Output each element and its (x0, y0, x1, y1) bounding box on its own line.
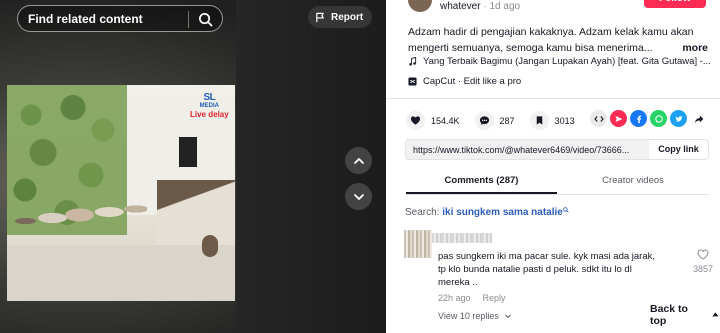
author-name-line: whatever · 1d ago (440, 1, 520, 12)
video-stage: Find related content Report SL MEDIA Liv… (0, 0, 386, 333)
music-title: Yang Terbaik Bagimu (Jangan Lupakan Ayah… (423, 56, 711, 67)
chevron-down-icon (504, 314, 511, 319)
share-icons-row (590, 110, 707, 127)
watermark-text-mid: MEDIA (199, 103, 220, 109)
view-replies-label: View 10 replies (438, 311, 499, 321)
video-frame-floor (7, 245, 235, 301)
music-link[interactable]: Yang Terbaik Bagimu (Jangan Lupakan Ayah… (408, 56, 711, 67)
follow-button[interactable]: Follow (644, 0, 706, 8)
twitter-icon[interactable] (670, 110, 687, 127)
report-button[interactable]: Report (308, 6, 373, 28)
author-avatar[interactable] (408, 0, 432, 12)
author-name[interactable]: whatever (440, 1, 481, 12)
arrow-up-icon (712, 311, 719, 316)
tabs-divider (406, 194, 709, 195)
search-suggestion-prefix: Search: (405, 207, 443, 218)
comment-like-button[interactable]: 3857 (686, 249, 720, 274)
copy-link-button[interactable]: Copy link (649, 140, 708, 159)
search-icon (563, 207, 569, 213)
capcut-label: CapCut · Edit like a pro (423, 76, 522, 87)
commenter-avatar[interactable] (404, 230, 432, 258)
related-search-input[interactable]: Find related content (17, 5, 223, 32)
comment-meta: 22h ago Reply (438, 293, 506, 303)
video-frame-speaker (179, 137, 197, 167)
tab-comments[interactable]: Comments (287) (406, 170, 557, 194)
chevron-up-icon (353, 157, 364, 164)
comment-stat[interactable]: 287 (474, 111, 515, 130)
section-divider (386, 98, 720, 99)
send-icon[interactable] (610, 110, 627, 127)
search-icon[interactable] (198, 12, 213, 27)
video-frame-child (202, 235, 218, 257)
like-stat[interactable]: 154.4K (406, 111, 460, 130)
share-arrow-icon[interactable] (690, 110, 707, 127)
back-to-top-button[interactable]: Back to top (650, 303, 720, 327)
back-to-top-label: Back to top (650, 303, 688, 327)
tab-creator-videos[interactable]: Creator videos (557, 170, 709, 194)
caption-more-button[interactable]: more (678, 40, 708, 56)
search-suggestion-query[interactable]: iki sungkem sama natalie (442, 207, 563, 218)
author-separator: · (483, 0, 487, 12)
author-row[interactable]: whatever · 1d ago (408, 0, 520, 12)
panel-tabs: Comments (287) Creator videos (386, 170, 720, 194)
next-video-button[interactable] (345, 183, 372, 210)
post-time: 1d ago (489, 0, 521, 12)
save-count: 3013 (554, 115, 575, 126)
video-link-box: https://www.tiktok.com/@whatever6469/vid… (405, 139, 709, 160)
view-replies-button[interactable]: View 10 replies (438, 311, 512, 321)
engagement-stats: 154.4K 287 3013 (406, 111, 590, 130)
capcut-link[interactable]: CapCut · Edit like a pro (408, 76, 521, 87)
channel-watermark-logo: SL MEDIA Live delay (190, 93, 229, 119)
chevron-down-icon (353, 193, 364, 200)
previous-video-button[interactable] (345, 147, 372, 174)
tiktok-video-page: Find related content Report SL MEDIA Liv… (0, 0, 720, 333)
caption-line-2: mengerti semuanya, semoga kamu bisa mene… (408, 42, 653, 54)
search-divider (188, 11, 189, 28)
embed-icon[interactable] (590, 110, 607, 127)
like-count: 154.4K (431, 115, 460, 126)
whatsapp-icon[interactable] (650, 110, 667, 127)
bookmark-icon[interactable] (529, 111, 549, 130)
comment-text-line-3: mereka .. (438, 277, 478, 288)
watermark-text-tag: Live delay (190, 110, 229, 119)
commenter-username-pixelated[interactable] (432, 233, 492, 243)
comment-text-line-1: pas sungkem iki ma pacar sule. kyk masi … (438, 251, 656, 262)
reply-button[interactable]: Reply (483, 293, 506, 303)
comment-search-suggestion[interactable]: Search: iki sungkem sama natalie (405, 207, 569, 218)
heart-icon[interactable] (406, 111, 425, 130)
watermark-text-top: SL (203, 92, 216, 103)
report-label: Report (331, 11, 364, 23)
video-url[interactable]: https://www.tiktok.com/@whatever6469/vid… (406, 145, 649, 155)
flag-icon (316, 12, 324, 22)
heart-outline-icon (697, 249, 709, 260)
comment-text-line-2: tp klo bunda natalie pasti d peluk. sdkt… (438, 264, 632, 275)
related-search-placeholder: Find related content (28, 11, 143, 26)
comment-count: 287 (499, 115, 515, 126)
facebook-icon[interactable] (630, 110, 647, 127)
video-frame-stairs (157, 180, 235, 250)
video-player[interactable]: SL MEDIA Live delay (7, 85, 235, 301)
capcut-icon (408, 77, 417, 86)
video-info-panel: whatever · 1d ago Follow Adzam hadir di … (386, 0, 720, 333)
comment-time: 22h ago (438, 293, 471, 303)
caption-line-1: Adzam hadir di pengajian kakaknya. Adzam… (408, 26, 694, 38)
comment-text: pas sungkem iki ma pacar sule. kyk masi … (438, 250, 688, 289)
comment-icon[interactable] (474, 111, 494, 130)
music-note-icon (409, 57, 417, 66)
comment-like-count: 3857 (692, 264, 714, 274)
video-frame-people (12, 185, 147, 245)
video-caption: Adzam hadir di pengajian kakaknya. Adzam… (408, 24, 708, 56)
save-stat[interactable]: 3013 (529, 111, 575, 130)
